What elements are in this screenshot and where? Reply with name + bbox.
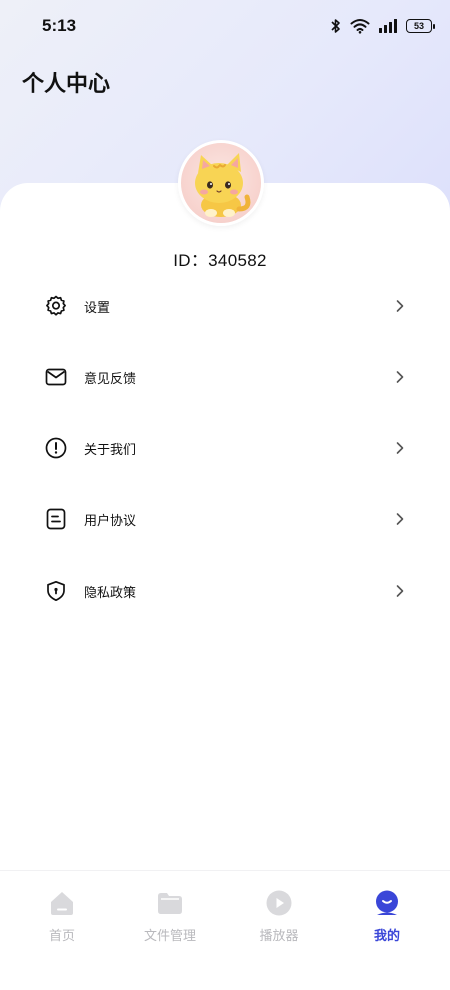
tab-player[interactable]: 播放器 [224,889,334,944]
menu-item-label: 用户协议 [84,512,137,528]
play-icon [266,890,292,916]
menu-item-about[interactable]: 关于我们 [0,414,450,482]
info-icon [45,437,67,459]
user-id: ID：340582 [173,251,267,270]
profile-icon [376,890,398,915]
chevron-right-icon [396,371,404,383]
menu-item-label: 隐私政策 [84,584,137,600]
status-time: 5:13 [42,16,77,35]
wifi-icon [350,19,370,34]
mail-icon [45,368,67,386]
menu-item-label: 关于我们 [84,441,137,457]
battery-icon: 53 [406,19,435,33]
menu-item-label: 意见反馈 [84,370,137,386]
gear-icon [46,295,66,316]
menu-item-privacy-policy[interactable]: 隐私政策 [0,557,450,625]
home-icon [51,892,73,915]
signal-icon [379,19,397,33]
menu-item-label: 设置 [84,299,111,315]
tab-home[interactable]: 首页 [7,889,117,944]
battery-level: 53 [413,21,424,31]
tab-label: 我的 [373,928,400,943]
document-icon [46,508,66,530]
avatar[interactable] [178,140,264,226]
page-title: 个人中心 [22,71,111,96]
tab-label: 播放器 [259,928,299,943]
chevron-right-icon [396,442,404,454]
chevron-right-icon [396,585,404,597]
bottom-tab-bar: 首页 文件管理 播放器 我的 [0,870,450,990]
chevron-right-icon [396,300,404,312]
bluetooth-icon [331,19,340,33]
menu-item-settings[interactable]: 设置 [0,272,450,340]
status-bar: 5:13 53 [0,0,450,52]
cat-avatar-icon [195,153,251,217]
tab-label: 首页 [48,928,75,943]
folder-icon [158,893,182,914]
menu-item-feedback[interactable]: 意见反馈 [0,343,450,411]
chevron-right-icon [396,513,404,525]
tab-mine[interactable]: 我的 [332,889,442,944]
shield-icon [47,580,65,602]
menu-item-user-agreement[interactable]: 用户协议 [0,485,450,553]
tab-label: 文件管理 [143,928,196,943]
status-icons: 53 [331,18,435,34]
tab-file-manager[interactable]: 文件管理 [115,889,225,944]
